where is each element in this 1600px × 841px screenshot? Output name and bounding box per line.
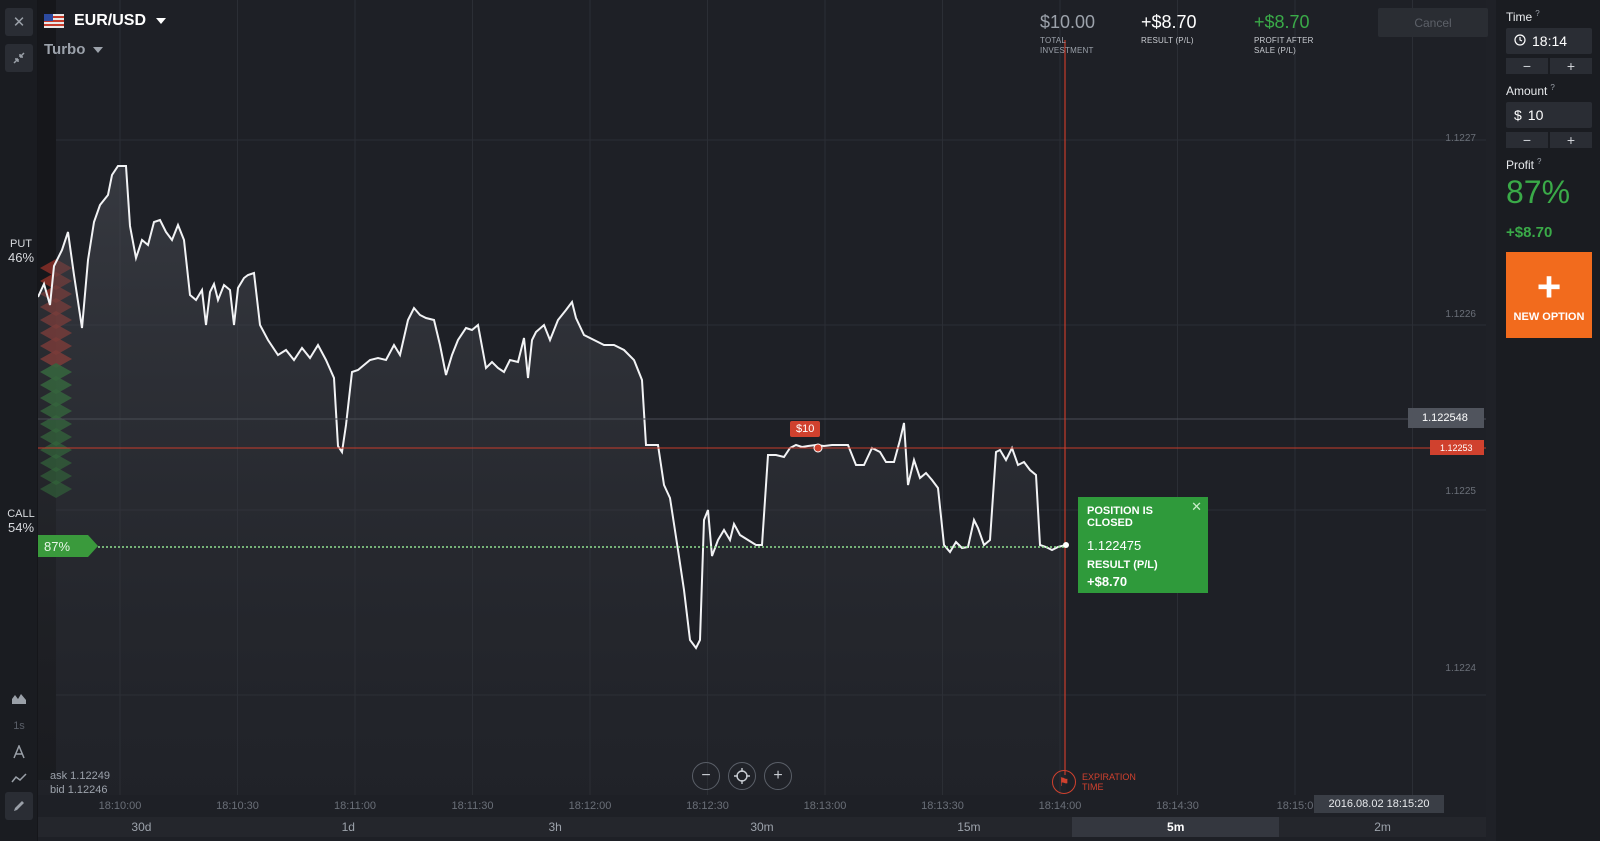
call-label: CALL xyxy=(7,508,35,520)
period-5m[interactable]: 5m xyxy=(1072,817,1280,837)
time-tick: 18:12:30 xyxy=(686,800,729,812)
amount-value: 10 xyxy=(1527,107,1544,123)
amount-stepper: − + xyxy=(1506,132,1592,148)
trend-icon[interactable] xyxy=(5,764,33,792)
time-tick: 18:15:0 xyxy=(1276,800,1314,812)
help-icon[interactable]: ? xyxy=(1550,83,1554,92)
close-point xyxy=(1063,542,1069,548)
pencil-icon[interactable] xyxy=(5,792,33,820)
profit-after-sale: +$8.70 PROFIT AFTER SALE (P/L) xyxy=(1254,12,1314,55)
time-stepper: − + xyxy=(1506,58,1592,74)
time-tick: 18:12:00 xyxy=(568,800,612,812)
indicator-icon[interactable] xyxy=(5,738,33,766)
new-option-label: NEW OPTION xyxy=(1513,311,1585,323)
payout-flag: 87% xyxy=(38,535,98,557)
y-tick: 1.1224 xyxy=(1445,663,1476,674)
amount-label: Amount? xyxy=(1506,83,1555,98)
result-label: RESULT (P/L) xyxy=(1087,559,1158,571)
time-tick: 18:13:30 xyxy=(921,800,964,812)
put-label: PUT xyxy=(10,238,32,250)
price-area xyxy=(38,166,1066,795)
chevron-down-icon xyxy=(93,46,104,53)
zoom-out-button[interactable]: − xyxy=(692,762,720,790)
clock-icon xyxy=(1514,33,1526,49)
time-tick: 18:14:00 xyxy=(1038,800,1082,812)
period-2m[interactable]: 2m xyxy=(1279,817,1486,837)
time-tick: 18:13:00 xyxy=(803,800,847,812)
time-tick: 18:11:00 xyxy=(333,800,377,812)
option-type-selector[interactable]: Turbo xyxy=(44,41,104,58)
help-icon[interactable]: ? xyxy=(1535,9,1539,18)
put-pct: 46% xyxy=(7,250,35,265)
time-tick: 18:10:00 xyxy=(98,800,142,812)
collapse-icon[interactable] xyxy=(5,44,33,72)
time-value: 18:14 xyxy=(1532,33,1568,49)
option-type-label: Turbo xyxy=(44,41,86,58)
amount-decrease-button[interactable]: − xyxy=(1506,132,1548,148)
current-datetime: 2016.08.02 18:15:20 xyxy=(1314,795,1444,813)
time-increase-button[interactable]: + xyxy=(1550,58,1592,74)
current-price-tag: 1.122548 xyxy=(1408,408,1484,428)
period-30m[interactable]: 30m xyxy=(659,817,866,837)
expiration-label: EXPIRATION TIME xyxy=(1082,772,1136,792)
time-decrease-button[interactable]: − xyxy=(1506,58,1548,74)
result-value: +$8.70 xyxy=(1087,574,1128,589)
us-flag-icon xyxy=(44,14,64,28)
position-closed-title: POSITION IS CLOSED xyxy=(1087,505,1154,529)
asset-name: EUR/USD xyxy=(74,12,147,29)
left-toolbar: ✕ 1s xyxy=(0,0,38,841)
cancel-button[interactable]: Cancel xyxy=(1378,8,1488,37)
chevron-down-icon xyxy=(156,18,167,24)
plus-icon: + xyxy=(1536,263,1562,310)
profit-amount: +$8.70 xyxy=(1506,224,1553,241)
time-field[interactable]: 18:14 xyxy=(1506,28,1592,54)
y-tick: 1.1227 xyxy=(1445,133,1476,144)
call-sentiment: CALL 54% xyxy=(6,508,36,535)
amount-field[interactable]: $ 10 xyxy=(1506,102,1592,128)
strike-price-tag: 1.12253 xyxy=(1430,440,1484,455)
time-label: Time? xyxy=(1506,9,1540,24)
period-15m[interactable]: 15m xyxy=(865,817,1072,837)
amount-increase-button[interactable]: + xyxy=(1550,132,1592,148)
y-tick: 1.1226 xyxy=(1445,309,1476,320)
put-sentiment: PUT 46% xyxy=(6,238,36,265)
ask-price: ask 1.12249 xyxy=(50,770,110,782)
call-pct: 54% xyxy=(7,520,35,535)
entry-point xyxy=(813,443,823,453)
period-30d[interactable]: 30d xyxy=(38,817,245,837)
asset-selector[interactable]: EUR/USD xyxy=(44,12,167,30)
chart-canvas xyxy=(38,0,1486,795)
time-tick: 18:10:30 xyxy=(216,800,259,812)
price-chart[interactable]: 1.1227 1.1226 1.1225 1.1224 1.122548 1.1… xyxy=(7,0,1486,841)
timeframe-1s-button[interactable]: 1s xyxy=(5,712,33,740)
close-icon[interactable]: ✕ xyxy=(5,8,33,36)
period-3h[interactable]: 3h xyxy=(452,817,659,837)
area-chart-icon[interactable] xyxy=(5,684,33,712)
profit-label: Profit? xyxy=(1506,157,1542,172)
result-pl: +$8.70 RESULT (P/L) xyxy=(1141,12,1197,45)
new-option-button[interactable]: + NEW OPTION xyxy=(1506,252,1592,338)
bid-price: bid 1.12246 xyxy=(50,784,108,796)
help-icon[interactable]: ? xyxy=(1537,157,1541,166)
close-icon[interactable]: ✕ xyxy=(1191,499,1202,515)
recenter-button[interactable] xyxy=(728,762,756,790)
y-tick: 1.1225 xyxy=(1445,486,1476,497)
trading-app: ✕ 1s 1.1227 1.1226 1.1225 1.1224 1.12254… xyxy=(0,0,1600,841)
currency-symbol: $ xyxy=(1514,107,1522,123)
period-1d[interactable]: 1d xyxy=(245,817,452,837)
flag-icon: ⚑ xyxy=(1052,770,1076,794)
period-selector: 30d 1d 3h 30m 15m 5m 2m xyxy=(38,817,1486,837)
position-closed-popup: ✕ POSITION IS CLOSED 1.122475 RESULT (P/… xyxy=(1078,497,1208,593)
total-investment: $10.00 TOTAL INVESTMENT xyxy=(1040,12,1096,55)
closing-price: 1.122475 xyxy=(1087,538,1142,553)
time-tick: 18:11:30 xyxy=(451,800,494,812)
right-panel: Time? 18:14 − + Amount? $ 10 − + Profit?… xyxy=(1496,0,1600,841)
expiration-marker: ⚑ EXPIRATION TIME xyxy=(1052,770,1136,794)
crosshair-icon xyxy=(734,768,750,784)
time-tick: 18:14:30 xyxy=(1156,800,1199,812)
profit-percent: 87% xyxy=(1506,174,1571,210)
zoom-in-button[interactable]: + xyxy=(764,762,792,790)
investment-tag: $10 xyxy=(790,421,821,437)
